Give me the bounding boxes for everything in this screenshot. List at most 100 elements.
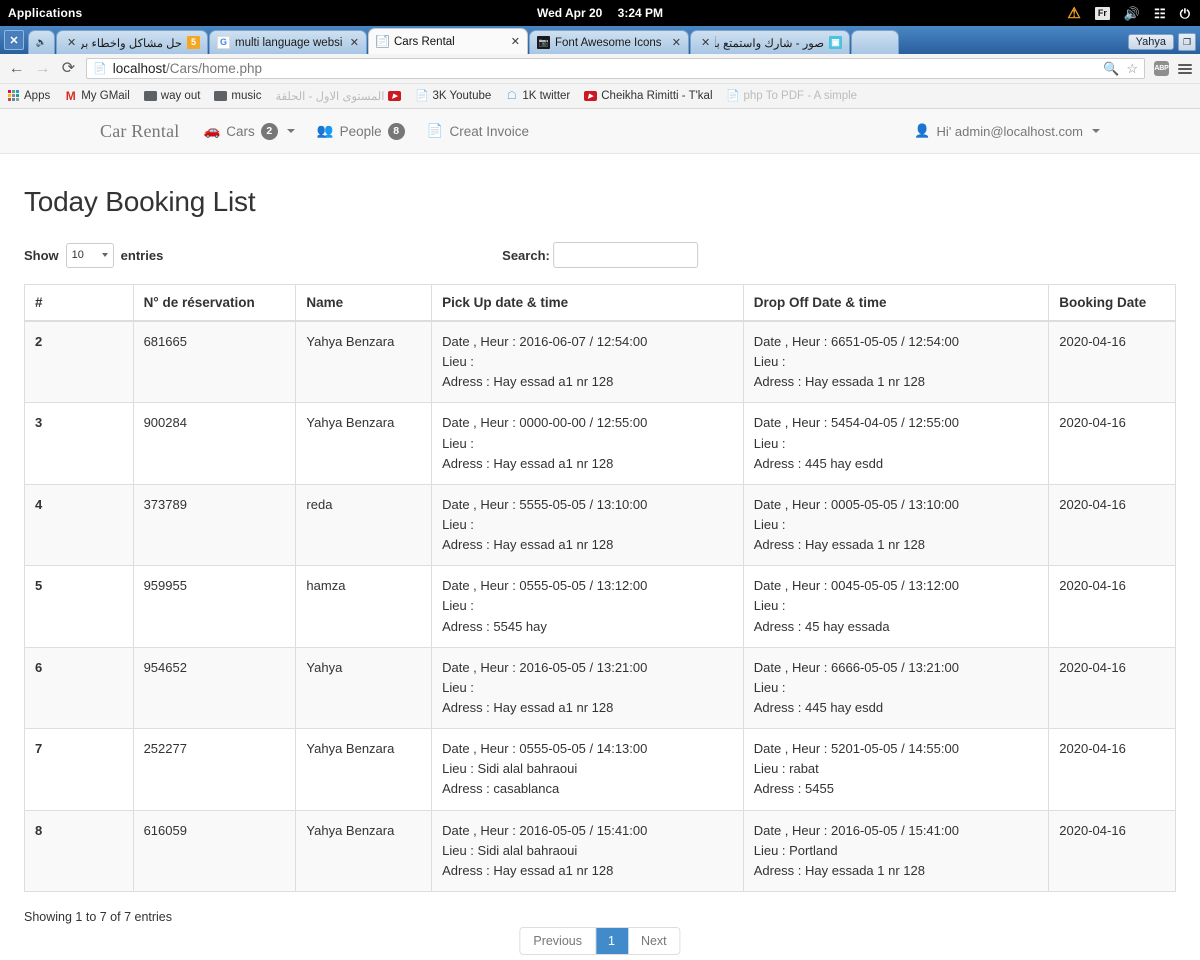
keyboard-layout-indicator[interactable]: Fr	[1094, 6, 1110, 20]
bookmark-apps[interactable]: Apps	[8, 90, 50, 102]
show-label: Show	[24, 247, 59, 263]
cell-pickup: Date , Heur : 5555-05-05 / 13:10:00 Lieu…	[431, 483, 744, 566]
bookmark-way-out[interactable]: way out	[143, 90, 200, 102]
table-row[interactable]: 6 954652 Yahya Date , Heur : 2016-05-05 …	[24, 646, 1176, 729]
youtube-icon: ▶	[388, 90, 402, 102]
column-header-reservation[interactable]: N° de réservation	[133, 284, 297, 322]
bookmark-youtube-arabic[interactable]: ▶ المستوى الاول - الحلقة	[275, 89, 402, 103]
search-label: Search:	[502, 247, 550, 263]
bookmark-my-gmail[interactable]: M My GMail	[64, 90, 130, 102]
brand-link[interactable]: Car Rental	[100, 121, 179, 142]
nav-item-creat-invoice[interactable]: 📄 Creat Invoice	[427, 123, 529, 139]
cell-dropoff: Date , Heur : 6666-05-05 / 13:21:00 Lieu…	[743, 646, 1050, 729]
browser-tab[interactable]: 5 حل مشاكل واخطاء برم (9) ✕	[56, 30, 208, 54]
browser-tab-label: Cars Rental	[394, 35, 455, 48]
restore-window-icon[interactable]: ❐	[1178, 33, 1196, 51]
cell-reservation: 681665	[133, 320, 297, 403]
entries-per-page-select[interactable]: 10	[65, 242, 114, 268]
table-header-row: # N° de réservation Name Pick Up date & …	[24, 284, 1176, 322]
pagination-page-1[interactable]: 1	[595, 927, 628, 954]
close-icon[interactable]: ✕	[511, 35, 520, 48]
datatable-footer: Showing 1 to 7 of 7 entries Previous 1 N…	[24, 910, 1176, 960]
pickup-lieu: Lieu :	[442, 354, 474, 370]
column-header-name[interactable]: Name	[295, 284, 433, 322]
table-row[interactable]: 5 959955 hamza Date , Heur : 0555-05-05 …	[24, 565, 1176, 648]
close-icon[interactable]: ✕	[672, 36, 681, 49]
cell-reservation: 252277	[133, 728, 297, 811]
table-row[interactable]: 8 616059 Yahya Benzara Date , Heur : 201…	[24, 809, 1176, 892]
cell-booking-date: 2020-04-16	[1048, 320, 1176, 403]
bookmark-php-to-pdf[interactable]: 📄 php To PDF - A simple	[726, 89, 857, 102]
hamburger-menu-icon[interactable]	[1178, 63, 1192, 74]
bookmark-cheikha-rimitti[interactable]: ▶ Cheikha Rimitti - T'kal	[584, 90, 713, 102]
network-icon[interactable]: ☷	[1154, 7, 1166, 20]
bookmark-label: المستوى الاول - الحلقة	[275, 91, 385, 103]
cell-index: 3	[24, 402, 134, 485]
window-close-button[interactable]: ✕	[4, 30, 24, 50]
back-arrow-icon[interactable]: ←	[8, 60, 25, 77]
bookmark-music[interactable]: music	[214, 90, 261, 102]
document-icon: 📄	[726, 89, 740, 102]
cell-pickup: Date , Heur : 0000-00-00 / 12:55:00 Lieu…	[431, 402, 744, 485]
forward-arrow-icon[interactable]: →	[34, 60, 51, 77]
column-header-booking-date[interactable]: Booking Date	[1048, 284, 1176, 322]
pickup-lieu: Lieu : Sidi alal bahraoui	[442, 761, 578, 777]
applications-menu[interactable]: Applications	[0, 6, 82, 20]
browser-tab-active[interactable]: 📄 Cars Rental ✕	[368, 28, 528, 54]
volume-icon[interactable]: 🔊	[1124, 7, 1140, 20]
page-info-icon: 📄	[93, 63, 107, 75]
magnifier-icon[interactable]: 🔍	[1103, 61, 1119, 77]
table-row[interactable]: 3 900284 Yahya Benzara Date , Heur : 000…	[24, 402, 1176, 485]
instagram-icon: ▣	[829, 36, 842, 49]
bookmark-3k-youtube[interactable]: 📄 3K Youtube	[415, 90, 491, 102]
close-icon[interactable]: ✕	[67, 36, 76, 49]
nav-item-people[interactable]: 👥 People 8	[317, 122, 405, 140]
cell-reservation: 959955	[133, 565, 297, 648]
nav-item-label: Cars	[226, 123, 255, 139]
warning-triangle-icon[interactable]: ⚠	[1067, 6, 1080, 21]
new-tab-button[interactable]	[851, 30, 899, 54]
pickup-adress: Adress : Hay essad a1 nr 128	[442, 699, 614, 715]
dropoff-lieu: Lieu :	[753, 679, 786, 695]
column-header-dropoff[interactable]: Drop Off Date & time	[743, 284, 1050, 322]
close-icon[interactable]: ✕	[350, 36, 359, 49]
table-row[interactable]: 4 373789 reda Date , Heur : 5555-05-05 /…	[24, 483, 1176, 566]
pickup-adress: Adress : Hay essad a1 nr 128	[442, 537, 614, 553]
star-icon[interactable]: ☆	[1126, 61, 1138, 77]
nav-item-label: People	[339, 123, 382, 139]
nav-item-cars[interactable]: 🚗 Cars 2	[203, 122, 295, 140]
cell-pickup: Date , Heur : 2016-05-05 / 13:21:00 Lieu…	[431, 646, 744, 729]
browser-profile-chip[interactable]: Yahya	[1127, 34, 1174, 50]
user-menu[interactable]: 👤 Hi' admin@localhost.com	[914, 123, 1100, 139]
dropoff-date: Date , Heur : 0045-05-05 / 13:12:00	[753, 578, 959, 594]
address-bar[interactable]: 📄 localhost/Cars/home.php 🔍 ☆	[86, 58, 1145, 79]
table-row[interactable]: 7 252277 Yahya Benzara Date , Heur : 055…	[24, 728, 1176, 811]
cell-index: 6	[24, 646, 134, 729]
browser-tab[interactable]: 🔈	[28, 30, 55, 54]
search-input[interactable]	[552, 242, 698, 268]
search-control: Search:	[502, 242, 698, 268]
bookmark-1k-twitter[interactable]: ☖ 1K twitter	[505, 90, 570, 102]
browser-tab[interactable]: G multi language website - G ✕	[209, 30, 367, 54]
table-row[interactable]: 2 681665 Yahya Benzara Date , Heur : 201…	[24, 320, 1176, 403]
browser-tab[interactable]: ▣ صور - شارك واستمتع بأجمل ✕	[690, 30, 850, 54]
pickup-lieu: Lieu :	[442, 679, 474, 695]
app-navbar: Car Rental 🚗 Cars 2 👥 People 8 📄 Creat I…	[0, 109, 1200, 154]
number-5-icon: 5	[187, 36, 200, 49]
browser-tab[interactable]: 📷 Font Awesome Icons ✕	[529, 30, 689, 54]
gmail-icon: M	[65, 89, 76, 103]
close-icon[interactable]: ✕	[701, 36, 710, 49]
reload-icon[interactable]: ⟳	[60, 60, 77, 77]
pagination-previous[interactable]: Previous	[520, 927, 596, 954]
column-header-index[interactable]: #	[24, 284, 134, 322]
pagination-next[interactable]: Next	[627, 927, 680, 954]
pickup-adress: Adress : 5545 hay	[442, 618, 547, 634]
column-header-pickup[interactable]: Pick Up date & time	[431, 284, 744, 322]
power-icon[interactable]: ⏻	[1180, 7, 1190, 20]
adblock-icon[interactable]: ABP	[1154, 61, 1169, 76]
google-icon: G	[217, 36, 230, 49]
twitter-icon: ☖	[506, 89, 517, 102]
address-bar-url: localhost/Cars/home.php	[113, 61, 262, 76]
dropoff-lieu: Lieu : Portland	[753, 842, 838, 858]
bookmark-label: Apps	[24, 90, 51, 102]
